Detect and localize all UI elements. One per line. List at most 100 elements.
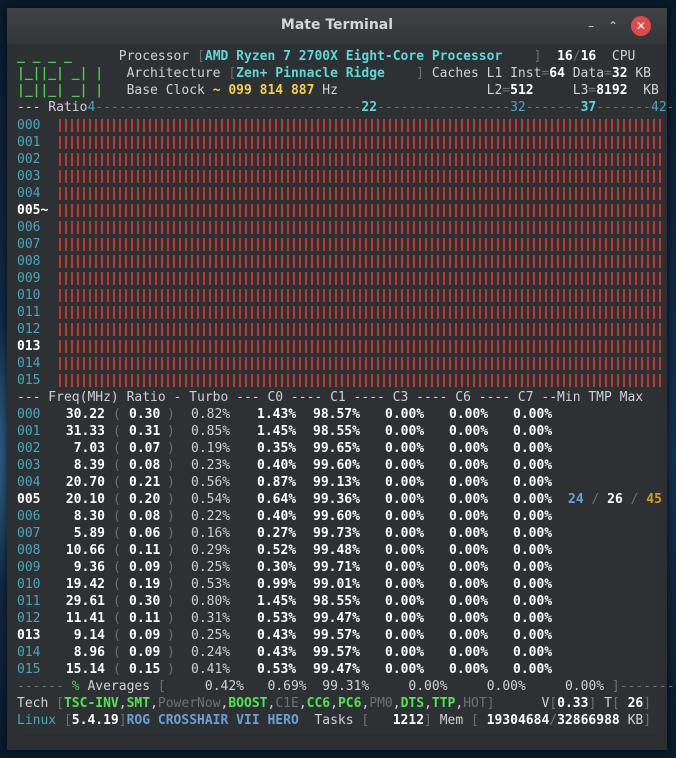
- tech-flag: HOT: [463, 696, 487, 711]
- cell-freq: 9.14: [73, 628, 105, 643]
- cell-ratio: 0.06: [129, 526, 161, 541]
- header-line-1: _ _ _ _ Processor [AMD Ryzen 7 2700X Eig…: [17, 49, 636, 64]
- processor-name: AMD Ryzen 7 2700X Eight-Core Processor: [204, 49, 503, 64]
- cell-c3: 0.00%: [385, 407, 425, 422]
- ratio-mark-32: 32: [510, 100, 526, 115]
- cell-core: 003: [17, 458, 41, 473]
- bar-core-label: 001: [17, 135, 41, 150]
- paren-close: ): [167, 407, 175, 422]
- avg-turbo: 0.42%: [204, 679, 245, 694]
- core-bar-row: [59, 304, 663, 321]
- cell-c1: 99.60%: [313, 458, 360, 473]
- window-title: Mate Terminal: [280, 17, 394, 33]
- cell-c1: 99.60%: [313, 509, 360, 524]
- minimize-icon[interactable]: –: [581, 16, 601, 36]
- core-bar-row: [59, 236, 663, 253]
- cell-c0: 0.87%: [257, 475, 297, 490]
- cell-freq: 9.36: [73, 560, 105, 575]
- ratio-mark-37: 37: [580, 100, 597, 115]
- title-bar[interactable]: Mate Terminal – ⌃ ✕: [7, 8, 667, 44]
- cell-turbo: 0.82%: [191, 407, 231, 422]
- cell-c6: 0.00%: [449, 407, 489, 422]
- cell-c6: 0.00%: [449, 645, 489, 660]
- cell-turbo: 0.25%: [191, 628, 231, 643]
- core-bar-row: [59, 338, 663, 355]
- paren-open: (: [113, 594, 121, 609]
- cell-core: 005: [17, 492, 41, 507]
- processor-label: Processor: [118, 49, 190, 64]
- flag-separator: ,: [150, 696, 158, 711]
- l2-value: 512: [510, 83, 534, 98]
- ratio-ruler-prefix: --- Ratio: [17, 100, 88, 115]
- tech-flag: SMT: [126, 696, 151, 711]
- paren-open: (: [113, 509, 121, 524]
- paren-close: ): [167, 645, 175, 660]
- cell-core: 006: [17, 509, 41, 524]
- cell-c0: 1.45%: [257, 424, 297, 439]
- ratio-mark-42: 42: [651, 100, 667, 115]
- cell-ratio: 0.09: [129, 645, 161, 660]
- cell-turbo: 0.80%: [191, 594, 231, 609]
- paren-close: ): [167, 458, 175, 473]
- cell-ratio: 0.11: [129, 611, 161, 626]
- restore-icon[interactable]: ⌃: [603, 16, 623, 36]
- base-clock-value: ~ 099 814 887: [212, 83, 315, 98]
- tech-flag: TSC-INV: [63, 696, 119, 711]
- cell-c0: 1.43%: [257, 407, 297, 422]
- core-bar-row: [59, 321, 663, 338]
- ratio-mark-22: 22: [361, 100, 378, 115]
- paren-open: (: [113, 441, 121, 456]
- core-bar-row: [59, 185, 663, 202]
- cell-turbo: 0.53%: [191, 577, 231, 592]
- cell-c0: 0.64%: [257, 492, 297, 507]
- status-line: Linux [5.4.19]ROG CROSSHAIR VII HERO Tas…: [17, 713, 652, 728]
- cell-freq: 20.10: [65, 492, 105, 507]
- avg-c0: 0.69%: [267, 679, 307, 694]
- bar-core-label: 003: [17, 169, 41, 184]
- cell-turbo: 0.85%: [191, 424, 231, 439]
- cell-c7: 0.00%: [513, 509, 553, 524]
- cell-c0: 0.53%: [257, 662, 297, 677]
- cell-freq: 20.70: [65, 475, 105, 490]
- cell-c3: 0.00%: [385, 577, 425, 592]
- cell-c3: 0.00%: [385, 662, 425, 677]
- bar-core-label: 007: [17, 237, 41, 252]
- cell-c3: 0.00%: [385, 441, 425, 456]
- mem-kb-label: KB: [627, 713, 644, 728]
- cell-c0: 0.40%: [257, 509, 297, 524]
- cell-c6: 0.00%: [449, 509, 489, 524]
- paren-close: ): [167, 424, 175, 439]
- cell-ratio: 0.11: [129, 543, 161, 558]
- cell-core: 013: [17, 628, 41, 643]
- logo-line-2: |_||_| _| |: [17, 66, 104, 81]
- cell-c7: 0.00%: [513, 662, 553, 677]
- cell-c6: 0.00%: [449, 526, 489, 541]
- cell-freq: 8.39: [73, 458, 105, 473]
- header-line-2: |_||_| _| | Architecture [Zen+ Pinnacle …: [17, 66, 652, 81]
- paren-close: ): [167, 577, 175, 592]
- cpu-label: CPU: [611, 49, 636, 64]
- core-bar-row: [59, 253, 663, 270]
- core-bar-row: [59, 219, 663, 236]
- paren-close: ): [167, 560, 175, 575]
- cell-c1: 99.57%: [313, 628, 360, 643]
- tech-flag: PC6: [337, 696, 362, 711]
- paren-open: (: [113, 492, 121, 507]
- core-bar-row: [59, 134, 663, 151]
- cell-c6: 0.00%: [449, 628, 489, 643]
- tech-label: Tech: [17, 696, 49, 711]
- cell-c6: 0.00%: [449, 492, 489, 507]
- avg-c1: 99.31%: [322, 679, 370, 694]
- cell-c6: 0.00%: [449, 424, 489, 439]
- cell-ratio: 0.08: [129, 458, 161, 473]
- cell-c0: 0.27%: [257, 526, 297, 541]
- tech-flag: TTP: [431, 696, 456, 711]
- cell-core: 004: [17, 475, 41, 490]
- cell-core: 007: [17, 526, 41, 541]
- close-icon[interactable]: ✕: [631, 16, 651, 36]
- caches-label: Caches L1 Inst: [431, 66, 542, 81]
- cell-c7: 0.00%: [513, 475, 553, 490]
- paren-close: ): [167, 526, 175, 541]
- terminal-area[interactable]: _ _ _ _ Processor [AMD Ryzen 7 2700X Eig…: [17, 44, 676, 734]
- paren-open: (: [113, 662, 121, 677]
